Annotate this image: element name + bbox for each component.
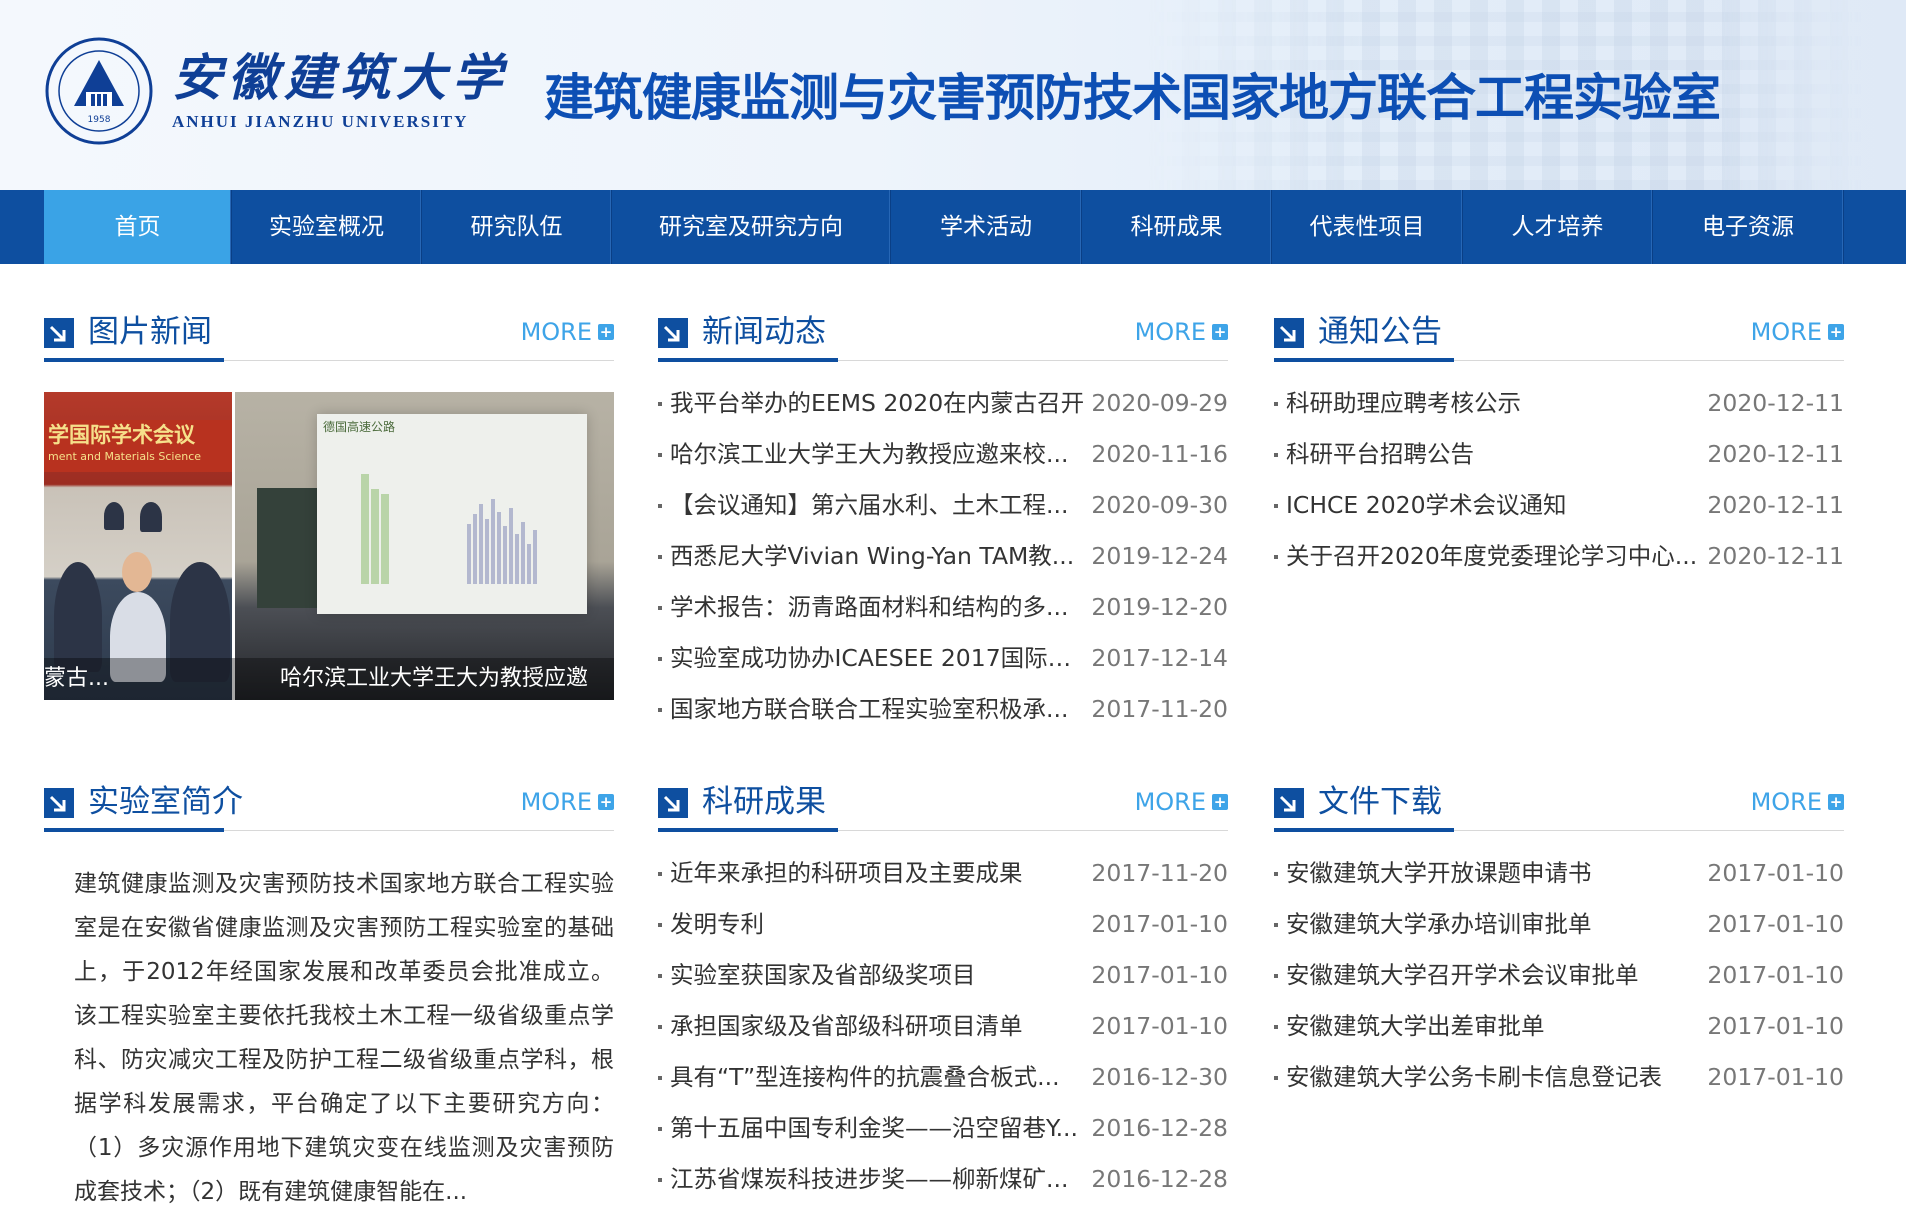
news-list: 我平台举办的EEMS 2020在内蒙古召开 2020-09-29 哈尔滨工业大学王… (658, 378, 1228, 735)
plus-icon: + (1828, 793, 1844, 811)
section-title: 实验室简介 (88, 784, 243, 820)
university-name-cn: 安徽建筑大学 (172, 48, 508, 107)
section-title: 图片新闻 (88, 314, 212, 350)
plus-icon: + (1212, 793, 1228, 811)
main-content: 图片新闻 MORE + 学国际学术会议 ment and Materials Sc… (44, 290, 1844, 1222)
section-title-underline (658, 828, 838, 832)
list-item[interactable]: 具有“T”型连接构件的抗震叠合板式... 2016-12-30 (658, 1052, 1228, 1103)
svg-text:1958: 1958 (88, 115, 111, 125)
section-corner-icon (44, 318, 74, 348)
list-item[interactable]: 西悉尼大学Vivian Wing-Yan TAM教... 2019-12-24 (658, 531, 1228, 582)
list-item[interactable]: 实验室获国家及省部级奖项目 2017-01-10 (658, 950, 1228, 1001)
list-item[interactable]: 安徽建筑大学公务卡刷卡信息登记表 2017-01-10 (1274, 1052, 1844, 1103)
section-header: 文件下载 MORE + (1274, 760, 1844, 832)
plus-icon: + (598, 323, 614, 341)
section-title: 文件下载 (1318, 784, 1442, 820)
section-photo-news: 图片新闻 MORE + 学国际学术会议 ment and Materials Sc… (44, 290, 614, 700)
more-link[interactable]: MORE + (1751, 788, 1844, 816)
list-item[interactable]: 第十五届中国专利金奖——沿空留巷Y... 2016-12-28 (658, 1103, 1228, 1154)
list-item[interactable]: 江苏省煤炭科技进步奖——柳新煤矿... 2016-12-28 (658, 1154, 1228, 1205)
list-item[interactable]: 发明专利 2017-01-10 (658, 899, 1228, 950)
list-item[interactable]: 我平台举办的EEMS 2020在内蒙古召开 2020-09-29 (658, 378, 1228, 429)
section-title: 通知公告 (1318, 314, 1442, 350)
section-header: 通知公告 MORE + (1274, 290, 1844, 362)
list-item[interactable]: 安徽建筑大学开放课题申请书 2017-01-10 (1274, 848, 1844, 899)
section-title-underline (1274, 828, 1454, 832)
list-item[interactable]: 学术报告：沥青路面材料和结构的多... 2019-12-20 (658, 582, 1228, 633)
section-title-underline (44, 828, 224, 832)
research-list: 近年来承担的科研项目及主要成果 2017-11-20 发明专利 2017-01-10… (658, 848, 1228, 1205)
section-title-underline (44, 358, 224, 362)
university-logo[interactable]: 1958 安徽建筑大学 ANHUI JIANZHU UNIVERSITY (44, 36, 508, 146)
list-item[interactable]: 科研助理应聘考核公示 2020-12-11 (1274, 378, 1844, 429)
list-item[interactable]: 科研平台招聘公告 2020-12-11 (1274, 429, 1844, 480)
nav-item-home[interactable]: 首页 (44, 190, 232, 264)
more-link[interactable]: MORE + (521, 788, 614, 816)
list-item[interactable]: 实验室成功协办ICAESEE 2017国际学... 2017-12-14 (658, 633, 1228, 684)
photo-caption-bar: 蒙古... 哈尔滨工业大学王大为教授应邀 (44, 658, 614, 700)
list-item[interactable]: ICHCE 2020学术会议通知 2020-12-11 (1274, 480, 1844, 531)
section-title-underline (1274, 358, 1454, 362)
section-corner-icon (658, 788, 688, 818)
photo-carousel[interactable]: 学国际学术会议 ment and Materials Science 德国高速公… (44, 392, 614, 700)
nav-item-academic[interactable]: 学术活动 (891, 190, 1082, 264)
section-corner-icon (1274, 318, 1304, 348)
section-notices: 通知公告 MORE + 科研助理应聘考核公示 2020-12-11 科研平台招聘公告… (1274, 290, 1844, 582)
nav-item-overview[interactable]: 实验室概况 (232, 190, 422, 264)
nav-item-research-directions[interactable]: 研究室及研究方向 (612, 190, 891, 264)
downloads-list: 安徽建筑大学开放课题申请书 2017-01-10 安徽建筑大学承办培训审批单 201… (1274, 848, 1844, 1103)
nav-item-resources[interactable]: 电子资源 (1653, 190, 1844, 264)
nav-item-projects[interactable]: 代表性项目 (1272, 190, 1463, 264)
list-item[interactable]: 近年来承担的科研项目及主要成果 2017-11-20 (658, 848, 1228, 899)
section-corner-icon (658, 318, 688, 348)
list-item[interactable]: 【会议通知】第六届水利、土木工程... 2020-09-30 (658, 480, 1228, 531)
section-corner-icon (44, 788, 74, 818)
list-item[interactable]: 安徽建筑大学承办培训审批单 2017-01-10 (1274, 899, 1844, 950)
presentation-chart-icon (361, 474, 537, 584)
university-seal-icon: 1958 (45, 37, 153, 145)
main-nav: 首页 实验室概况 研究队伍 研究室及研究方向 学术活动 科研成果 代表性项目 人… (0, 190, 1906, 264)
nav-item-team[interactable]: 研究队伍 (422, 190, 612, 264)
section-lab-intro: 实验室简介 MORE + 建筑健康监测及灾害预防技术国家地方联合工程实验室是在安徽… (44, 760, 614, 1205)
list-item[interactable]: 国家地方联合联合工程实验室积极承... 2017-11-20 (658, 684, 1228, 735)
news-photo-1[interactable]: 学国际学术会议 ment and Materials Science (44, 392, 232, 700)
section-title: 新闻动态 (702, 314, 826, 350)
notices-list: 科研助理应聘考核公示 2020-12-11 科研平台招聘公告 2020-12-11 … (1274, 378, 1844, 582)
section-research-results: 科研成果 MORE + 近年来承担的科研项目及主要成果 2017-11-20 发明专… (658, 760, 1228, 1205)
more-link[interactable]: MORE + (1751, 318, 1844, 346)
section-corner-icon (1274, 788, 1304, 818)
list-item[interactable]: 哈尔滨工业大学王大为教授应邀来校... 2020-11-16 (658, 429, 1228, 480)
list-item[interactable]: 安徽建筑大学出差审批单 2017-01-10 (1274, 1001, 1844, 1052)
section-header: 科研成果 MORE + (658, 760, 1228, 832)
news-photo-2[interactable]: 德国高速公路 (235, 392, 614, 700)
nav-item-talent[interactable]: 人才培养 (1463, 190, 1653, 264)
section-news: 新闻动态 MORE + 我平台举办的EEMS 2020在内蒙古召开 2020-09-… (658, 290, 1228, 735)
section-header: 图片新闻 MORE + (44, 290, 614, 362)
site-header: 1958 安徽建筑大学 ANHUI JIANZHU UNIVERSITY 建筑健… (0, 0, 1906, 190)
more-link[interactable]: MORE + (1135, 788, 1228, 816)
section-header: 实验室简介 MORE + (44, 760, 614, 832)
more-link[interactable]: MORE + (1135, 318, 1228, 346)
plus-icon: + (1212, 323, 1228, 341)
section-header: 新闻动态 MORE + (658, 290, 1228, 362)
section-downloads: 文件下载 MORE + 安徽建筑大学开放课题申请书 2017-01-10 安徽建筑大… (1274, 760, 1844, 1103)
list-item[interactable]: 关于召开2020年度党委理论学习中心... 2020-12-11 (1274, 531, 1844, 582)
nav-item-achievements[interactable]: 科研成果 (1082, 190, 1272, 264)
lab-title: 建筑健康监测与灾害预防技术国家地方联合工程实验室 (544, 69, 1721, 127)
lab-intro-text: 建筑健康监测及灾害预防技术国家地方联合工程实验室是在安徽省健康监测及灾害预防工程… (74, 871, 614, 1205)
more-link[interactable]: MORE + (521, 318, 614, 346)
list-item[interactable]: 承担国家级及省部级科研项目清单 2017-01-10 (658, 1001, 1228, 1052)
plus-icon: + (598, 793, 614, 811)
section-title-underline (658, 358, 838, 362)
plus-icon: + (1828, 323, 1844, 341)
section-title: 科研成果 (702, 784, 826, 820)
list-item[interactable]: 安徽建筑大学召开学术会议审批单 2017-01-10 (1274, 950, 1844, 1001)
university-name-en: ANHUI JIANZHU UNIVERSITY (172, 112, 469, 131)
